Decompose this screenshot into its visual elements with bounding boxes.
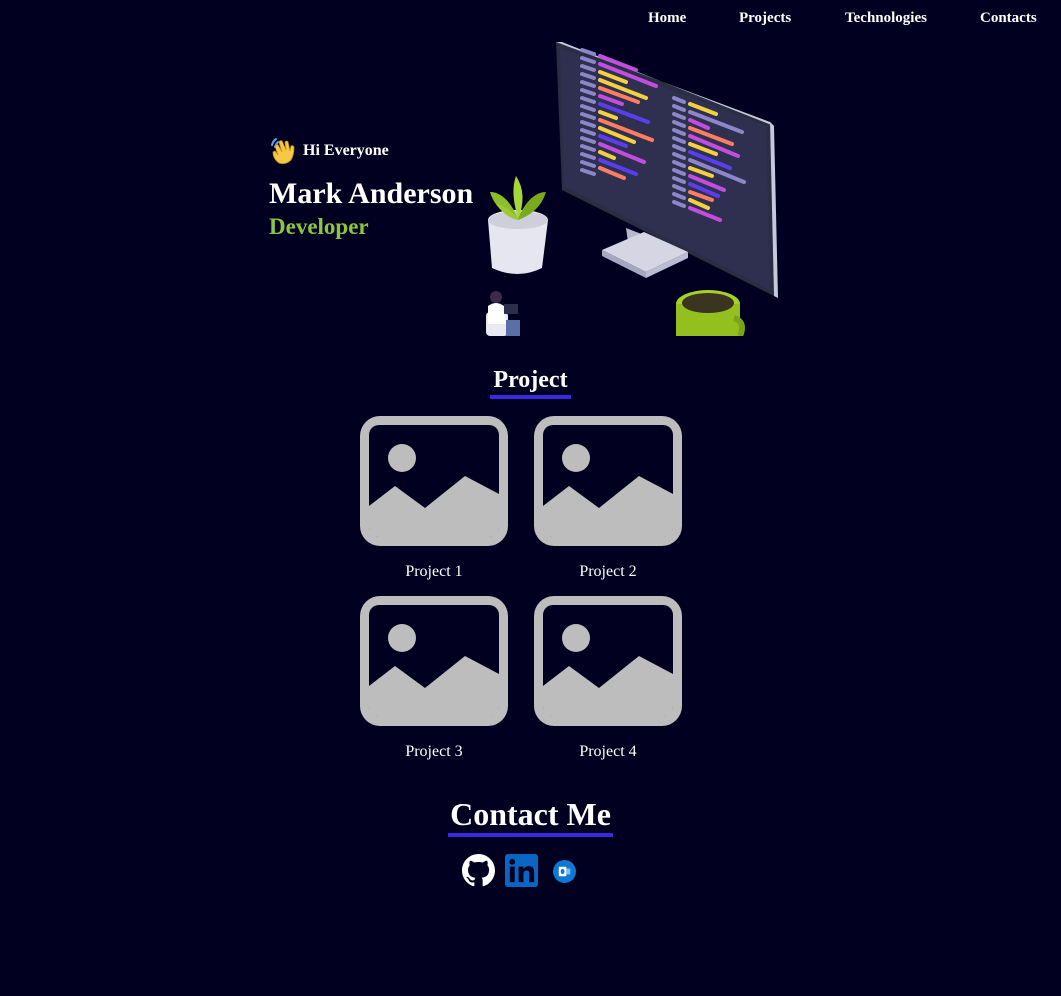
greeting-text: Hi Everyone — [303, 142, 389, 159]
project-card[interactable]: Project 1 — [360, 416, 508, 581]
image-placeholder-icon — [534, 596, 682, 726]
project-card[interactable]: Project 4 — [534, 596, 682, 761]
image-placeholder-icon — [360, 596, 508, 726]
page: Home Projects Technologies Contacts Hi E… — [0, 0, 1061, 996]
project-label: Project 2 — [579, 563, 637, 580]
developer-illustration — [486, 42, 778, 336]
linkedin-icon[interactable] — [505, 854, 538, 887]
top-nav: Home Projects Technologies Contacts — [0, 0, 1061, 36]
nav-technologies[interactable]: Technologies — [845, 10, 927, 27]
hero-name: Mark Anderson — [269, 177, 474, 210]
outlook-icon[interactable] — [553, 860, 576, 883]
image-placeholder-icon — [360, 416, 508, 546]
nav-home[interactable]: Home — [648, 10, 686, 27]
hero-role: Developer — [269, 214, 369, 239]
projects-title: Project — [490, 366, 571, 399]
hero-intro: Hi Everyone Mark Anderson Developer — [269, 136, 473, 240]
waving-hand-icon — [271, 138, 295, 164]
nav-contacts[interactable]: Contacts — [980, 10, 1037, 27]
image-placeholder-icon — [534, 416, 682, 546]
github-icon[interactable] — [462, 854, 495, 887]
project-label: Project 1 — [405, 563, 463, 580]
projects-heading: Project — [0, 366, 1061, 399]
social-links — [0, 854, 1061, 888]
contact-title: Contact Me — [448, 796, 613, 837]
project-card[interactable]: Project 3 — [360, 596, 508, 761]
nav-projects[interactable]: Projects — [739, 10, 791, 27]
project-label: Project 4 — [579, 743, 637, 760]
project-label: Project 3 — [405, 743, 463, 760]
greeting: Hi Everyone — [269, 136, 473, 166]
project-card[interactable]: Project 2 — [534, 416, 682, 581]
contact-heading: Contact Me — [0, 796, 1061, 837]
